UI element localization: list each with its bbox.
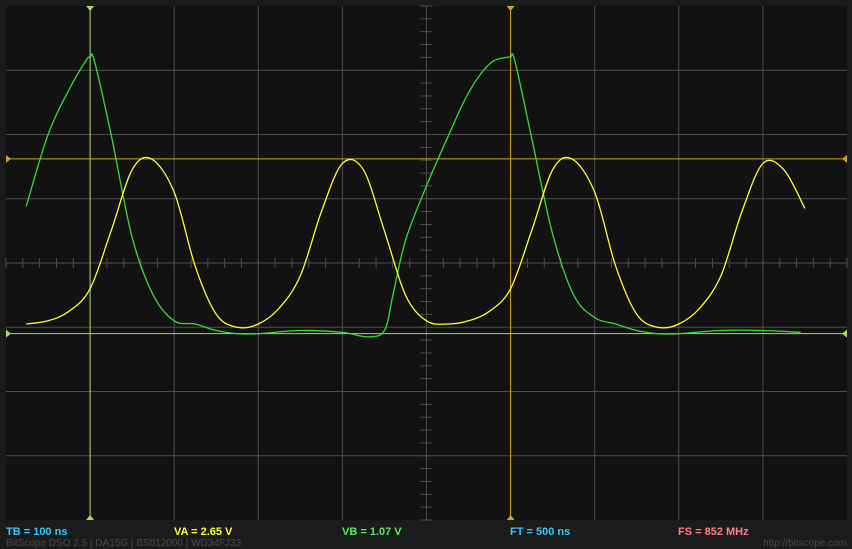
channel-a-readout[interactable]: VA = 2.65 V <box>174 526 232 538</box>
oscilloscope-display[interactable] <box>0 0 852 549</box>
footer: BitScope DSO 2.5 | DA15G | BS012000 | WD… <box>0 538 852 549</box>
channel-b-readout[interactable]: VB = 1.07 V <box>342 526 402 538</box>
website-link[interactable]: http://bitscope.com <box>763 538 847 549</box>
sample-rate-readout[interactable]: FS = 852 MHz <box>678 526 749 538</box>
version-info: BitScope DSO 2.5 | DA15G | BS012000 | WD… <box>6 538 242 549</box>
timebase-readout[interactable]: TB = 100 ns <box>6 526 67 538</box>
frame-time-readout[interactable]: FT = 500 ns <box>510 526 570 538</box>
